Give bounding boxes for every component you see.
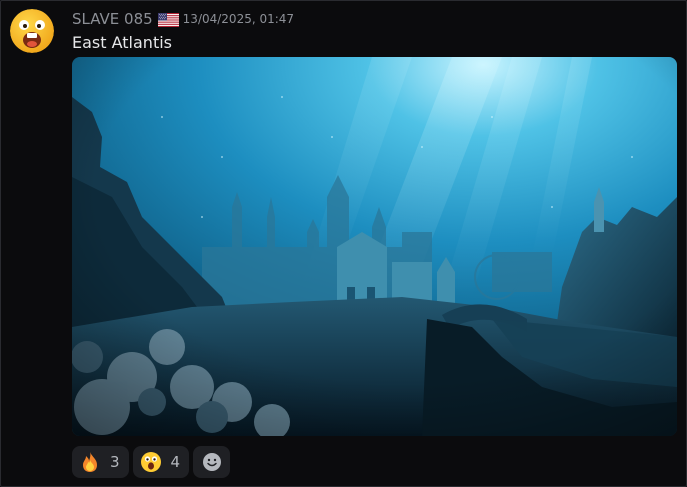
- fire-emoji-icon: [79, 451, 101, 473]
- reaction-astonished[interactable]: 4: [132, 446, 190, 478]
- message-header: SLAVE 085 13/04/2025, 01:47: [72, 9, 294, 29]
- add-reaction-icon: [201, 451, 223, 473]
- reaction-count: 3: [110, 453, 120, 471]
- underwater-city-image: [72, 57, 677, 436]
- image-attachment[interactable]: [72, 57, 677, 436]
- reaction-fire[interactable]: 3: [72, 446, 129, 478]
- us-flag-icon: [157, 12, 179, 27]
- username[interactable]: SLAVE 085: [72, 10, 153, 28]
- add-reaction-button[interactable]: [193, 446, 231, 478]
- message-timestamp[interactable]: 13/04/2025, 01:47: [183, 12, 294, 26]
- screaming-face-avatar-icon: [10, 9, 54, 53]
- reactions-bar: 3 4: [72, 446, 231, 478]
- message-text: East Atlantis: [72, 33, 172, 52]
- user-avatar[interactable]: [10, 9, 54, 53]
- reaction-count: 4: [170, 453, 181, 471]
- astonished-emoji-icon: [140, 451, 162, 473]
